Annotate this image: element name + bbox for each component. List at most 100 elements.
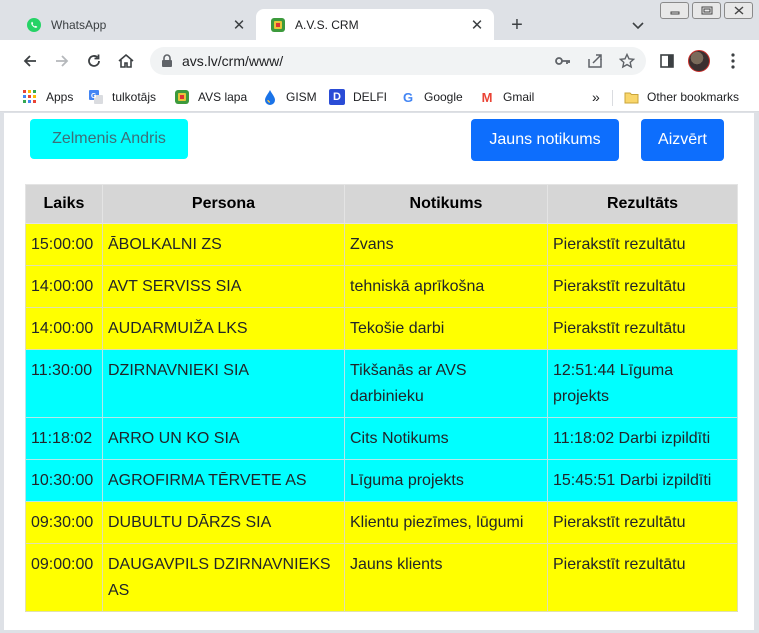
bookmarks-overflow-button[interactable]: » <box>592 87 600 107</box>
close-button[interactable]: Aizvērt <box>641 119 724 161</box>
share-icon[interactable] <box>587 53 603 69</box>
cell-event: Cits Notikums <box>344 417 548 460</box>
cell-person: AUDARMUIŽA LKS <box>102 307 345 350</box>
bookmark-label: Gmail <box>503 90 535 104</box>
gmail-icon: M <box>481 89 493 105</box>
table-header-row: Laiks Persona Notikums Rezultāts <box>25 184 738 224</box>
maximize-icon[interactable] <box>692 2 721 19</box>
bookmark-google[interactable]: G Google <box>400 87 463 107</box>
google-icon: G <box>402 89 414 105</box>
star-icon[interactable] <box>619 53 635 69</box>
back-icon[interactable] <box>20 51 40 71</box>
avs-icon <box>270 17 286 33</box>
delfi-icon: D <box>329 89 345 105</box>
tab-title: A.V.S. CRM <box>295 17 359 32</box>
close-window-icon[interactable] <box>724 2 753 19</box>
url-text[interactable]: avs.lv/crm/www/ <box>182 53 283 69</box>
other-bookmarks[interactable]: Other bookmarks <box>623 87 739 107</box>
cell-result[interactable]: 15:45:51 Darbi izpildīti <box>547 459 738 502</box>
cell-event: Jauns klients <box>344 543 548 612</box>
cell-result[interactable]: Pierakstīt rezultātu <box>547 543 738 612</box>
column-header-result: Rezultāts <box>547 184 738 224</box>
bookmark-label: AVS lapa <box>198 90 248 104</box>
cell-time: 14:00:00 <box>25 265 103 308</box>
column-header-event: Notikums <box>344 184 548 224</box>
tab-avs-crm[interactable]: A.V.S. CRM ✕ <box>256 9 494 40</box>
forward-icon[interactable] <box>52 51 72 71</box>
translate-icon: G <box>88 89 104 105</box>
column-header-person: Persona <box>102 184 345 224</box>
chevron-down-icon[interactable] <box>628 16 648 36</box>
close-tab-icon[interactable]: ✕ <box>230 16 248 34</box>
apps-grid-icon <box>22 89 38 105</box>
new-event-button[interactable]: Jauns notikums <box>471 119 619 161</box>
menu-icon[interactable] <box>724 52 742 70</box>
column-header-time: Laiks <box>25 184 103 224</box>
cell-person: AGROFIRMA TĒRVETE AS <box>102 459 345 502</box>
table-row[interactable]: 14:00:00 AVT SERVISS SIA tehniskā aprīkošn… <box>25 265 738 308</box>
cell-result[interactable]: 12:51:44 Līguma projekts <box>547 349 738 418</box>
bookmark-label: tulkotājs <box>112 90 157 104</box>
address-bar[interactable]: avs.lv/crm/www/ <box>150 47 646 75</box>
cell-time: 15:00:00 <box>25 223 103 266</box>
cell-result[interactable]: 11:18:02 Darbi izpildīti <box>547 417 738 460</box>
cell-result[interactable]: Pierakstīt rezultātu <box>547 501 738 544</box>
cell-time: 11:30:00 <box>25 349 103 418</box>
table-row[interactable]: 09:30:00 DUBULTU DĀRZS SIA Klientu piezīme… <box>25 501 738 544</box>
cell-result[interactable]: Pierakstīt rezultātu <box>547 265 738 308</box>
key-icon[interactable] <box>555 53 571 69</box>
table-row[interactable]: 10:30:00 AGROFIRMA TĒRVETE AS Līguma proje… <box>25 459 738 502</box>
page-content: Zelmenis Andris Jauns notikums Aizvērt L… <box>4 113 754 630</box>
bookmarks-divider <box>612 90 613 106</box>
bookmarks-bar: Apps G tulkotājs AVS lapa GISM D DELFI G… <box>0 82 759 112</box>
window-controls <box>660 2 753 20</box>
cell-event: Tekošie darbi <box>344 307 548 350</box>
bookmark-apps[interactable]: Apps <box>22 87 73 107</box>
bookmark-gmail[interactable]: M Gmail <box>479 87 535 107</box>
bookmark-gism[interactable]: GISM <box>262 87 317 107</box>
minimize-icon[interactable] <box>660 2 689 19</box>
cell-person: DZIRNAVNIEKI SIA <box>102 349 345 418</box>
table-row[interactable]: 14:00:00 AUDARMUIŽA LKS Tekošie darbi Piera… <box>25 307 738 350</box>
cell-event: tehniskā aprīkošna <box>344 265 548 308</box>
whatsapp-icon <box>26 17 42 33</box>
tab-strip: WhatsApp ✕ A.V.S. CRM ✕ + <box>0 0 759 40</box>
tab-whatsapp[interactable]: WhatsApp ✕ <box>12 9 256 40</box>
browser-toolbar: avs.lv/crm/www/ <box>0 40 759 82</box>
bookmark-tulkotajs[interactable]: G tulkotājs <box>88 87 156 107</box>
lock-icon[interactable] <box>161 54 173 68</box>
cell-result[interactable]: Pierakstīt rezultātu <box>547 223 738 266</box>
user-name-badge: Zelmenis Andris <box>30 119 188 159</box>
table-row[interactable]: 11:18:02 ARRO UN KO SIA Cits Notikums 11:18… <box>25 417 738 460</box>
table-row[interactable]: 15:00:00 ĀBOLKALNI ZS Zvans Pierakstīt rezu… <box>25 223 738 266</box>
cell-person: AVT SERVISS SIA <box>102 265 345 308</box>
cell-person: DUBULTU DĀRZS SIA <box>102 501 345 544</box>
tab-title: WhatsApp <box>51 17 107 32</box>
folder-icon <box>623 89 639 105</box>
table-row[interactable]: 11:30:00 DZIRNAVNIEKI SIA Tikšanās ar AVS … <box>25 349 738 418</box>
cell-time: 14:00:00 <box>25 307 103 350</box>
svg-text:G: G <box>91 93 97 100</box>
cell-time: 09:00:00 <box>25 543 103 612</box>
bookmark-label: Other bookmarks <box>647 90 740 104</box>
cell-event: Tikšanās ar AVS darbinieku <box>344 349 548 418</box>
bookmark-label: DELFI <box>353 90 388 104</box>
close-tab-icon[interactable]: ✕ <box>468 16 486 34</box>
bookmark-label: Google <box>424 90 463 104</box>
side-panel-icon[interactable] <box>658 52 676 70</box>
reload-icon[interactable] <box>84 51 104 71</box>
cell-person: ARRO UN KO SIA <box>102 417 345 460</box>
cell-time: 10:30:00 <box>25 459 103 502</box>
cell-time: 11:18:02 <box>25 417 103 460</box>
bookmark-delfi[interactable]: D DELFI <box>329 87 387 107</box>
new-tab-button[interactable]: + <box>506 15 528 37</box>
cell-result[interactable]: Pierakstīt rezultātu <box>547 307 738 350</box>
table-row[interactable]: 09:00:00 DAUGAVPILS DZIRNAVNIEKS AS Jauns … <box>25 543 738 612</box>
home-icon[interactable] <box>116 51 136 71</box>
profile-avatar[interactable] <box>688 50 710 72</box>
bookmark-avs-lapa[interactable]: AVS lapa <box>174 87 247 107</box>
cell-person: DAUGAVPILS DZIRNAVNIEKS AS <box>102 543 345 612</box>
cell-person: ĀBOLKALNI ZS <box>102 223 345 266</box>
bookmark-label: GISM <box>286 90 317 104</box>
bookmark-label: Apps <box>46 90 74 104</box>
